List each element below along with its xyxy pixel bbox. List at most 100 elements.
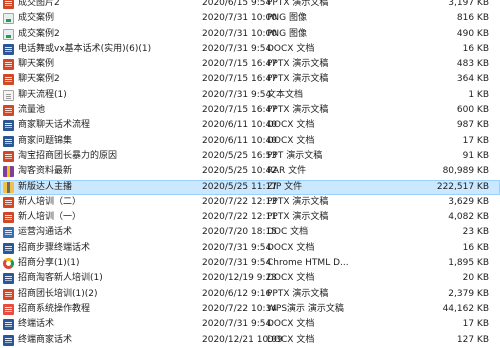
file-size: 91 KB (462, 150, 489, 161)
file-date-modified: 2020/5/25 10:42 (202, 166, 277, 177)
pptx-file-icon (3, 150, 14, 162)
file-size: 44,162 KB (442, 303, 489, 314)
file-size: 4,082 KB (448, 212, 489, 223)
file-name: 新人培训（二） (18, 196, 82, 207)
file-size: 364 KB (456, 74, 489, 85)
file-row[interactable]: 聊天案例2 2020/7/15 16:47 PPTX 演示文稿 364 KB (0, 72, 500, 87)
file-name: 运营沟通话术 (18, 227, 73, 238)
file-size: 816 KB (456, 13, 489, 24)
file-name: 新版达人主播 (18, 181, 73, 192)
file-name: 淘宝招商团长暴力的原因 (18, 150, 118, 161)
file-date-modified: 2020/6/11 10:40 (202, 120, 277, 131)
png-file-icon (3, 28, 14, 40)
file-name: 招商步骤终端话术 (18, 242, 91, 253)
file-size: 222,517 KB (436, 181, 489, 192)
file-size: 1,895 KB (448, 258, 489, 269)
file-row[interactable]: 终端商家话术 2020/12/21 10:09 DOCX 文档 127 KB (0, 333, 500, 348)
png-file-icon (3, 13, 14, 25)
file-size: 20 KB (462, 273, 489, 284)
file-row[interactable]: 商家聊天话术流程 2020/6/11 10:40 DOCX 文档 987 KB (0, 118, 500, 133)
file-type: PNG 图像 (267, 28, 307, 39)
file-name: 聊天流程(1) (18, 89, 67, 100)
file-row[interactable]: 招商团长培训(1)(2) 2020/6/12 9:16 PPTX 演示文稿 2,379… (0, 287, 500, 302)
file-type: PPTX 演示文稿 (267, 59, 329, 70)
file-name: 流量池 (18, 105, 46, 116)
file-size: 80,989 KB (442, 166, 489, 177)
file-name: 终端商家话术 (18, 334, 73, 345)
file-size: 127 KB (456, 334, 489, 345)
file-name: 电话舞或vx基本话术(实用)(6)(1) (18, 43, 152, 54)
file-date-modified: 2020/6/12 9:16 (202, 288, 272, 299)
file-date-modified: 2020/6/11 10:40 (202, 135, 277, 146)
pptx-file-icon (3, 288, 14, 300)
file-type: DOCX 文档 (267, 273, 315, 284)
file-name: 商家问题锦集 (18, 135, 73, 146)
docx-file-icon (3, 334, 14, 346)
file-size: 16 KB (462, 242, 489, 253)
file-row[interactable]: 运营沟通话术 2020/7/20 18:15 DOC 文档 23 KB (0, 225, 500, 240)
file-name: 淘客资料最新 (18, 166, 73, 177)
file-type: PPT 演示文稿 (267, 150, 323, 161)
file-type: PPTX 演示文稿 (267, 288, 329, 299)
file-size: 2,379 KB (448, 288, 489, 299)
file-type: Chrome HTML D... (267, 258, 349, 269)
file-type: 文本文档 (267, 89, 304, 100)
file-name: 商家聊天话术流程 (18, 120, 91, 131)
pptx-file-icon (3, 196, 14, 208)
file-date-modified: 2020/7/15 16:47 (202, 105, 277, 116)
file-list[interactable]: 成交图片2 2020/6/15 9:54 PPTX 演示文稿 3,197 KB 成交案例… (0, 0, 500, 348)
file-date-modified: 2020/5/25 16:53 (202, 150, 277, 161)
txt-file-icon (3, 89, 14, 101)
pptx-file-icon (3, 105, 14, 117)
file-name: 招商淘客新人培训(1) (18, 273, 103, 284)
file-row[interactable]: 成交案例 2020/7/31 10:00 PNG 图像 816 KB (0, 11, 500, 26)
docx-file-icon (3, 273, 14, 285)
file-name: 招商团长培训(1)(2) (18, 288, 98, 299)
file-size: 987 KB (456, 120, 489, 131)
file-date-modified: 2020/7/31 9:54 (202, 242, 272, 253)
pptx-file-icon (3, 212, 14, 224)
file-row[interactable]: 新人培训（一） 2020/7/22 12:11 PPTX 演示文稿 4,082 KB (0, 210, 500, 225)
file-type: PPTX 演示文稿 (267, 105, 329, 116)
file-row[interactable]: 成交案例2 2020/7/31 10:00 PNG 图像 490 KB (0, 27, 500, 42)
file-row[interactable]: 新人培训（二） 2020/7/22 12:13 PPTX 演示文稿 3,629 KB (0, 195, 500, 210)
file-row[interactable]: 淘客资料最新 2020/5/25 10:42 RAR 文件 80,989 KB (0, 164, 500, 179)
file-type: PPTX 演示文稿 (267, 196, 329, 207)
file-name: 聊天案例2 (18, 74, 60, 85)
rar-file-icon (3, 166, 14, 178)
file-row[interactable]: 招商系统操作教程 2020/7/22 10:34 WPS演示 演示文稿 44,162 … (0, 302, 500, 317)
file-date-modified: 2020/7/15 16:47 (202, 74, 277, 85)
file-row[interactable]: 招商步骤终端话术 2020/7/31 9:54 DOCX 文档 16 KB (0, 241, 500, 256)
file-row[interactable]: 聊天流程(1) 2020/7/31 9:54 文本文档 1 KB (0, 88, 500, 103)
file-date-modified: 2020/7/22 12:13 (202, 196, 277, 207)
file-type: DOCX 文档 (267, 43, 315, 54)
file-row[interactable]: 淘宝招商团长暴力的原因 2020/5/25 16:53 PPT 演示文稿 91 KB (0, 149, 500, 164)
zip-file-icon (3, 181, 14, 193)
file-row[interactable]: 新版达人主播 2020/5/25 11:17 ZIP 文件 222,517 KB (0, 179, 500, 195)
file-row[interactable]: 成交图片2 2020/6/15 9:54 PPTX 演示文稿 3,197 KB (0, 0, 500, 11)
file-size: 3,197 KB (448, 0, 489, 8)
file-row[interactable]: 流量池 2020/7/15 16:47 PPTX 演示文稿 600 KB (0, 103, 500, 118)
file-row[interactable]: 招商分享(1)(1) 2020/7/31 9:54 Chrome HTML D...… (0, 256, 500, 271)
pptx-file-icon (3, 0, 14, 9)
file-name: 招商系统操作教程 (18, 303, 91, 314)
file-size: 3,629 KB (448, 196, 489, 207)
file-name: 成交案例 (18, 13, 55, 24)
file-type: DOCX 文档 (267, 120, 315, 131)
file-row[interactable]: 商家问题锦集 2020/6/11 10:40 DOCX 文档 17 KB (0, 134, 500, 149)
file-name: 成交案例2 (18, 28, 60, 39)
file-date-modified: 2020/7/15 16:47 (202, 59, 277, 70)
file-size: 16 KB (462, 43, 489, 54)
file-size: 1 KB (468, 89, 489, 100)
file-type: PPTX 演示文稿 (267, 212, 329, 223)
file-row[interactable]: 招商淘客新人培训(1) 2020/12/19 9:23 DOCX 文档 20 KB (0, 271, 500, 286)
file-row[interactable]: 电话舞或vx基本话术(实用)(6)(1) 2020/7/31 9:54 DOCX 文… (0, 42, 500, 57)
file-type: PPTX 演示文稿 (267, 0, 329, 8)
wps-file-icon (3, 303, 14, 315)
file-row[interactable]: 聊天案例 2020/7/15 16:47 PPTX 演示文稿 483 KB (0, 57, 500, 72)
file-size: 483 KB (456, 59, 489, 70)
file-date-modified: 2020/7/31 9:54 (202, 89, 272, 100)
file-date-modified: 2020/7/22 12:11 (202, 212, 277, 223)
file-date-modified: 2020/7/31 9:54 (202, 258, 272, 269)
file-date-modified: 2020/6/15 9:54 (202, 0, 272, 8)
